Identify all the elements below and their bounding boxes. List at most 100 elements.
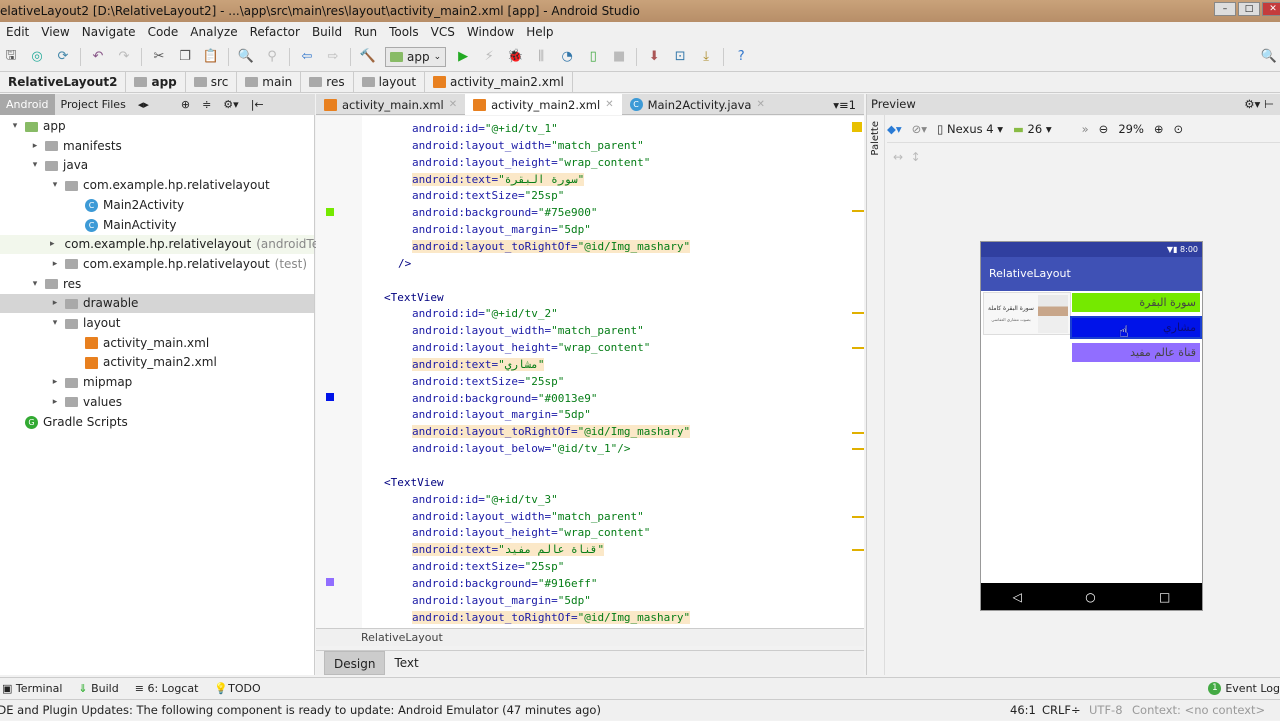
device-select[interactable]: ▯ Nexus 4 ▾ bbox=[937, 122, 1003, 136]
sync-icon[interactable]: ◎ bbox=[28, 48, 46, 66]
tree-item-com-example-hp-relativelayout[interactable]: ▸ com.example.hp.relativelayout (test) bbox=[0, 255, 314, 274]
undo-icon[interactable]: ↶ bbox=[89, 48, 107, 66]
menu-analyze[interactable]: Analyze bbox=[184, 22, 243, 42]
profile-icon[interactable]: ◔ bbox=[558, 48, 576, 66]
device-preview[interactable]: ▼▮ 8:00 RelativeLayout سورة البقرة كاملة… bbox=[980, 241, 1203, 611]
tree-item-mainactivity[interactable]: C MainActivity bbox=[0, 216, 314, 235]
image-mashary[interactable]: سورة البقرة كاملة بصوت مشاري العفاسي bbox=[983, 292, 1071, 335]
avd-icon[interactable]: ▯ bbox=[584, 48, 602, 66]
todo-tool[interactable]: 💡TODO bbox=[214, 682, 260, 695]
close-tab-icon[interactable]: ✕ bbox=[756, 99, 764, 110]
tab-activity-main-xml[interactable]: activity_main.xml ✕ bbox=[316, 94, 465, 115]
target-icon[interactable]: ⊕ bbox=[175, 94, 196, 115]
code-editor[interactable]: android:id="@+id/tv_1" android:layout_wid… bbox=[316, 116, 864, 628]
breadcrumb-item[interactable]: res bbox=[301, 71, 354, 93]
collapse-arrow-icon[interactable]: ▸ bbox=[50, 294, 60, 313]
collapse-arrow-icon[interactable]: ▸ bbox=[50, 235, 55, 254]
menu-run[interactable]: Run bbox=[348, 22, 383, 42]
tab-activity-main2-xml[interactable]: activity_main2.xml ✕ bbox=[465, 94, 622, 115]
run-icon[interactable]: ▶ bbox=[454, 48, 472, 66]
tab-project-files[interactable]: Project Files bbox=[55, 94, 132, 115]
find-icon[interactable]: 🔍 bbox=[237, 48, 255, 66]
expand-icon[interactable]: ▾ bbox=[50, 176, 60, 195]
stop-icon[interactable]: ■ bbox=[610, 48, 628, 66]
menu-help[interactable]: Help bbox=[520, 22, 559, 42]
event-log-tool[interactable]: 1 Event Log bbox=[1208, 682, 1280, 695]
tab-android[interactable]: Android bbox=[0, 94, 55, 115]
tree-item-com-example-hp-relativelayout[interactable]: ▾ com.example.hp.relativelayout bbox=[0, 176, 314, 195]
textview-tv3[interactable]: قناة عالم مفيد bbox=[1072, 343, 1200, 362]
tree-item-manifests[interactable]: ▸ manifests bbox=[0, 137, 314, 156]
encoding[interactable]: UTF-8 bbox=[1089, 700, 1123, 721]
hide-icon[interactable]: |← bbox=[245, 94, 270, 115]
apply-changes-icon[interactable]: ⚡ bbox=[480, 48, 498, 66]
back-icon[interactable]: ⇦ bbox=[298, 48, 316, 66]
tree-item-activity-main-xml[interactable]: activity_main.xml bbox=[0, 334, 314, 353]
caret-position[interactable]: 46:1 bbox=[1010, 700, 1036, 721]
tree-item-app[interactable]: ▾ app bbox=[0, 117, 314, 136]
search-everywhere-icon[interactable]: 🔍 bbox=[1260, 48, 1278, 66]
tree-item-layout[interactable]: ▾ layout bbox=[0, 314, 314, 333]
tab-list-menu[interactable]: ▾≡1 bbox=[825, 94, 864, 115]
tab-main2activity-java[interactable]: C Main2Activity.java ✕ bbox=[622, 94, 773, 115]
menu-build[interactable]: Build bbox=[306, 22, 348, 42]
tree-item-values[interactable]: ▸ values bbox=[0, 393, 314, 412]
breadcrumb-item[interactable]: RelativeLayout2 bbox=[0, 71, 127, 93]
expand-icon[interactable]: ▾ bbox=[30, 156, 40, 175]
palette-tab[interactable]: Palette bbox=[867, 115, 885, 675]
help-icon[interactable]: ? bbox=[732, 48, 750, 66]
tab-design[interactable]: Design bbox=[324, 651, 386, 675]
menu-code[interactable]: Code bbox=[142, 22, 185, 42]
gear-icon[interactable]: ⚙▾ ⊢ bbox=[1244, 94, 1280, 115]
collapse-arrow-icon[interactable]: ▸ bbox=[30, 137, 40, 156]
expand-icon[interactable]: ▾ bbox=[30, 275, 40, 294]
textview-tv1[interactable]: سورة البقرة bbox=[1072, 293, 1200, 312]
zoom-out-icon[interactable]: ⊖ bbox=[1099, 122, 1109, 136]
logcat-tool[interactable]: ≡ 6: Logcat bbox=[135, 682, 199, 695]
api-select[interactable]: ▬ 26 ▾ bbox=[1013, 122, 1052, 136]
refresh-icon[interactable]: ⟳ bbox=[54, 48, 72, 66]
menu-edit[interactable]: Edit bbox=[0, 22, 35, 42]
menu-tools[interactable]: Tools bbox=[383, 22, 425, 42]
close-tab-icon[interactable]: ✕ bbox=[605, 99, 613, 110]
gear-icon[interactable]: ⚙▾ bbox=[217, 94, 244, 115]
save-icon[interactable]: 🖫 bbox=[2, 48, 20, 66]
back-nav-icon[interactable]: ◁ bbox=[1013, 590, 1022, 604]
structure-icon[interactable]: ⊡ bbox=[671, 48, 689, 66]
recents-nav-icon[interactable]: □ bbox=[1159, 590, 1170, 604]
tree-item-com-example-hp-relativelayout[interactable]: ▸ com.example.hp.relativelayout (androidTe… bbox=[0, 235, 335, 255]
paste-icon[interactable]: 📋 bbox=[202, 48, 220, 66]
breadcrumb-item[interactable]: app bbox=[126, 71, 186, 93]
close-tab-icon[interactable]: ✕ bbox=[449, 99, 457, 110]
orientation-icon[interactable]: ⊘▾ bbox=[912, 122, 927, 136]
menu-refactor[interactable]: Refactor bbox=[244, 22, 306, 42]
expand-icon[interactable]: ▾ bbox=[50, 314, 60, 333]
menu-navigate[interactable]: Navigate bbox=[76, 22, 142, 42]
sdk-manager-icon[interactable]: ⤓ bbox=[697, 48, 715, 66]
sync-gradle-icon[interactable]: ⬇ bbox=[645, 48, 663, 66]
breadcrumb-item[interactable]: layout bbox=[354, 71, 426, 93]
tree-item-activity-main2-xml[interactable]: activity_main2.xml bbox=[0, 353, 314, 372]
menu-window[interactable]: Window bbox=[461, 22, 520, 42]
line-separator[interactable]: CRLF÷ bbox=[1042, 700, 1081, 721]
breadcrumb-item[interactable]: main bbox=[237, 71, 302, 93]
collapse-arrow-icon[interactable]: ▸ bbox=[50, 373, 60, 392]
collapse-arrow-icon[interactable]: ▸ bbox=[50, 255, 60, 274]
make-project-icon[interactable]: 🔨 bbox=[359, 48, 377, 66]
zoom-fit-icon[interactable]: ⊙ bbox=[1174, 122, 1184, 136]
replace-icon[interactable]: ⚲ bbox=[263, 48, 281, 66]
tree-item-gradle-scripts[interactable]: G Gradle Scripts bbox=[0, 413, 314, 432]
breadcrumb-item[interactable]: src bbox=[186, 71, 238, 93]
menu-vcs[interactable]: VCS bbox=[425, 22, 461, 42]
forward-icon[interactable]: ⇨ bbox=[324, 48, 342, 66]
layers-icon[interactable]: ◆▾ bbox=[887, 122, 902, 136]
tree-item-mipmap[interactable]: ▸ mipmap bbox=[0, 373, 314, 392]
attach-debugger-icon[interactable]: ⫼ bbox=[532, 48, 550, 66]
status-message[interactable]: IDE and Plugin Updates: The following co… bbox=[0, 700, 601, 721]
tree-item-res[interactable]: ▾ res bbox=[0, 275, 314, 294]
breadcrumb-item[interactable]: activity_main2.xml bbox=[425, 71, 573, 93]
tab-text[interactable]: Text bbox=[385, 651, 427, 675]
context[interactable]: Context: <no context> bbox=[1132, 700, 1265, 721]
home-nav-icon[interactable]: ○ bbox=[1085, 590, 1095, 604]
collapse-icon[interactable]: ≑ bbox=[196, 94, 217, 115]
